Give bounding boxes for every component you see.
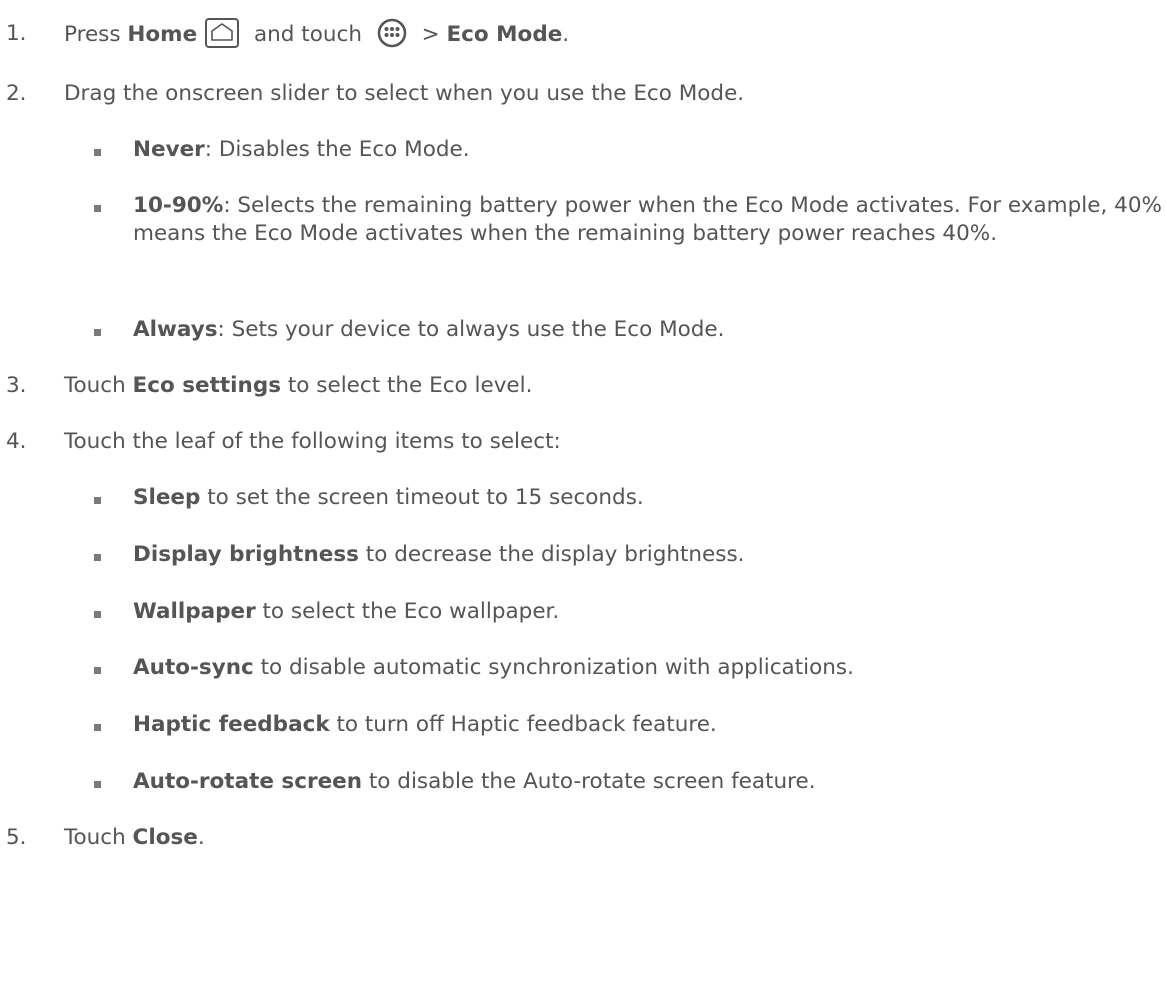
step-text: Press Home and touch > Eco Mode. — [64, 18, 569, 50]
step-text: Touch the leaf of the following items to… — [64, 429, 561, 454]
bullet-icon — [94, 611, 101, 618]
home-icon — [205, 18, 240, 48]
bullet-icon — [94, 329, 101, 336]
step-number: 5. — [6, 825, 27, 850]
bullet-icon — [94, 667, 101, 674]
step-text: Touch Eco settings to select the Eco lev… — [64, 373, 533, 398]
bullet-icon — [94, 554, 101, 561]
bullet-icon — [94, 724, 101, 731]
bullet-icon — [94, 205, 101, 212]
apps-icon — [377, 18, 407, 48]
step-number: 1. — [6, 21, 27, 46]
step-number: 3. — [6, 373, 27, 398]
step-text: Drag the onscreen slider to select when … — [64, 81, 745, 106]
bullet-icon — [94, 149, 101, 156]
step-number: 4. — [6, 429, 27, 454]
step-text: Touch Close. — [64, 825, 205, 850]
bullet-icon — [94, 781, 101, 788]
step-number: 2. — [6, 81, 27, 106]
bullet-icon — [94, 497, 101, 504]
